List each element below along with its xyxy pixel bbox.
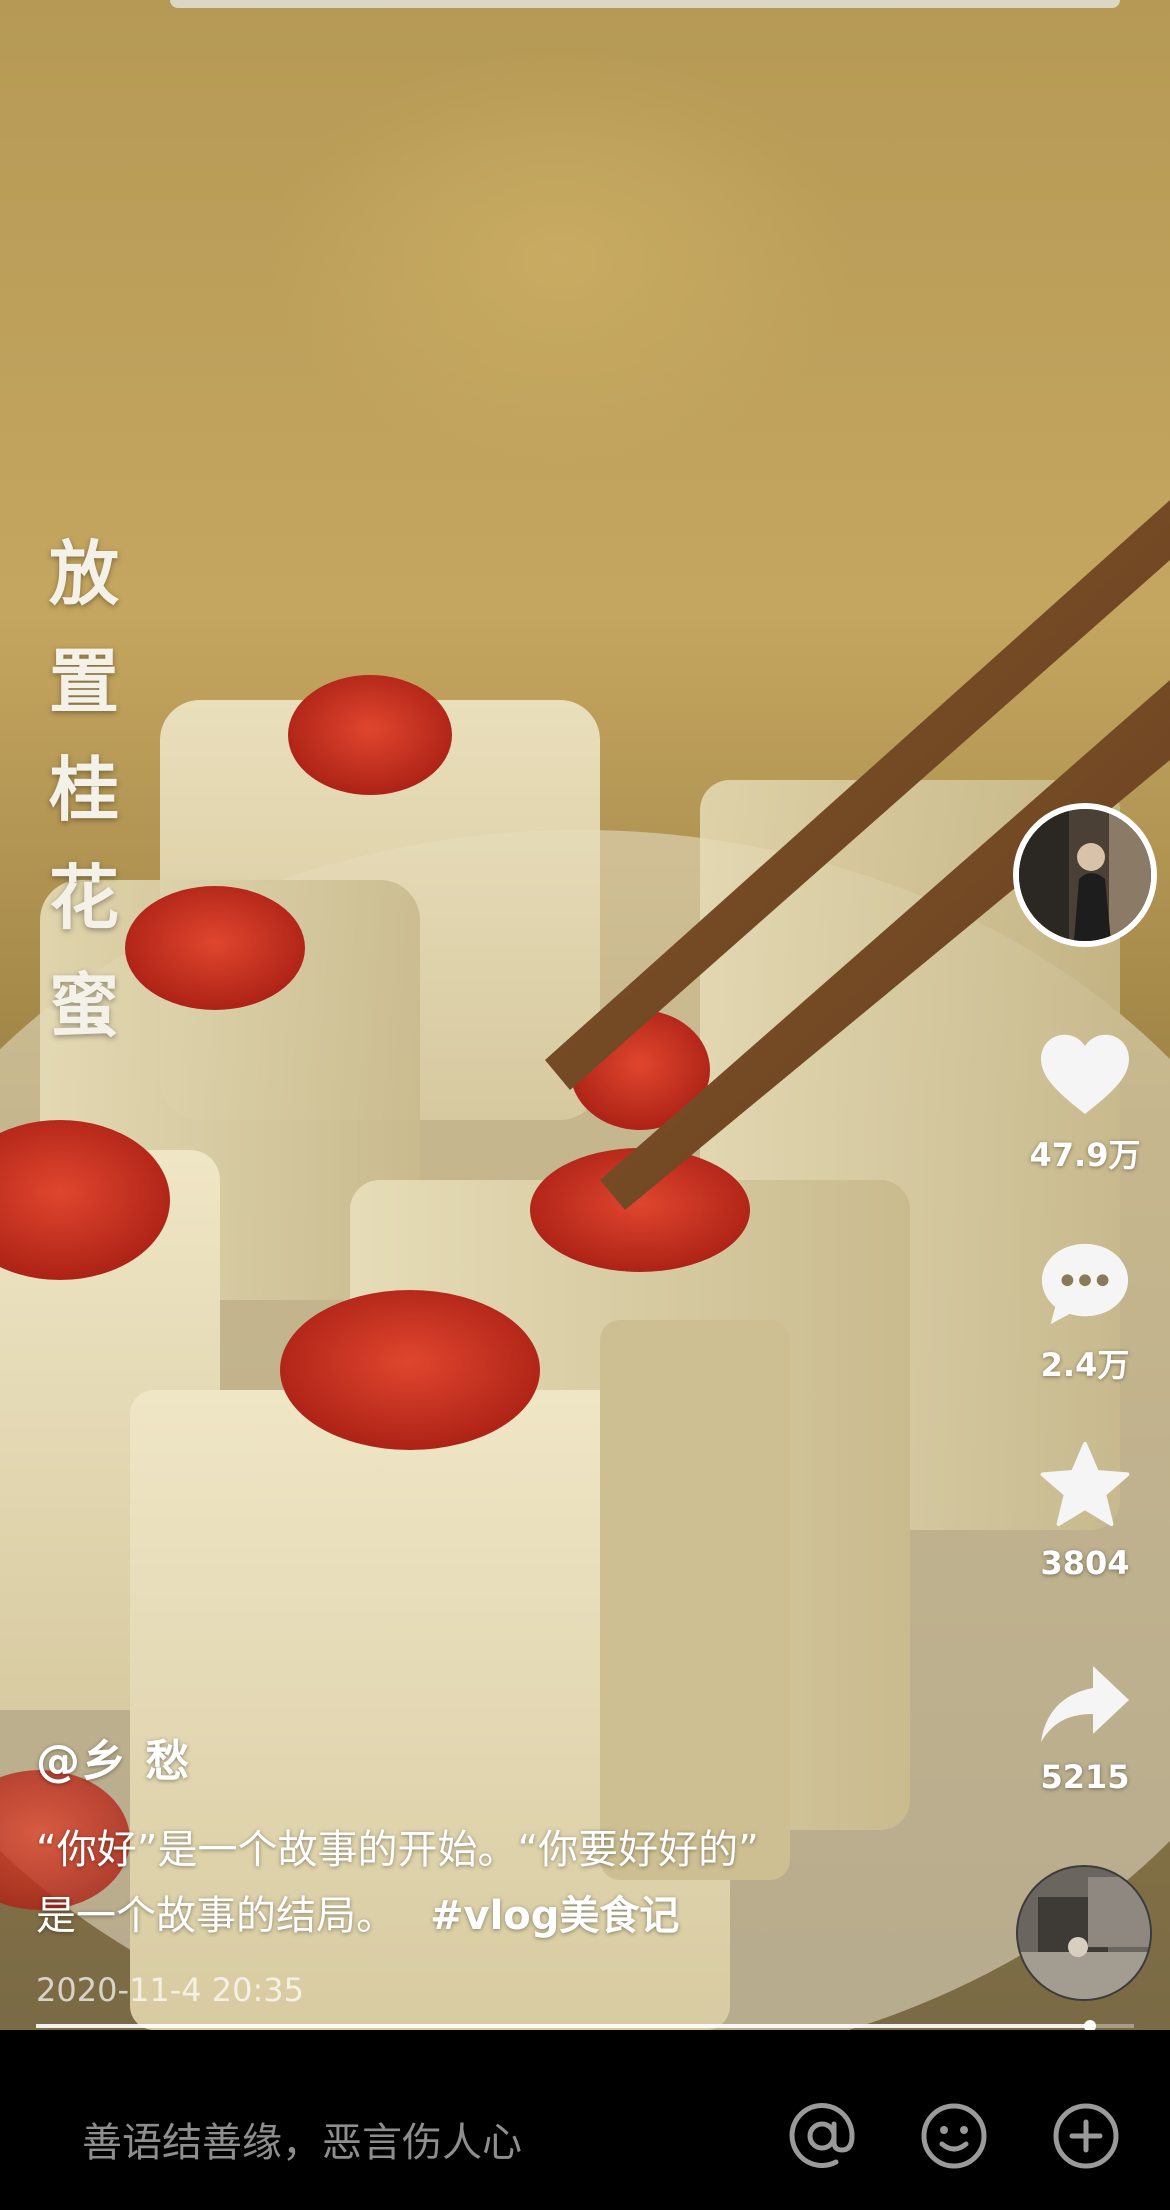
playback-progress[interactable] (36, 2020, 1134, 2032)
hashtag-link[interactable]: #vlog美食记 (430, 1893, 679, 1939)
heart-icon (1041, 1034, 1129, 1114)
caption-char: 桂 (49, 748, 119, 831)
comment-button[interactable]: 2.4万 (1010, 1238, 1160, 1386)
author-avatar[interactable] (1013, 803, 1157, 947)
music-disc[interactable] (1016, 1865, 1152, 2001)
like-button[interactable]: 47.9万 (1010, 1030, 1160, 1176)
caption-char: 置 (49, 640, 119, 723)
avatar-image (1019, 809, 1151, 941)
at-icon[interactable] (786, 2100, 858, 2172)
description-text: 是一个故事的结局。 (36, 1893, 396, 1939)
comment-icon (1041, 1243, 1129, 1325)
description-line: “你好”是一个故事的开始。“你要好好的” (36, 1827, 759, 1873)
caption-char: 放 (49, 532, 119, 615)
status-notch (170, 0, 1120, 8)
music-cover-image (1018, 1867, 1150, 1999)
description-line-2: 是一个故事的结局。 #vlog美食记 (36, 1883, 996, 1949)
progress-fill (36, 2024, 1091, 2028)
like-count: 47.9万 (1029, 1136, 1141, 1174)
caption-char: 蜜 (49, 964, 119, 1047)
post-description: “你好”是一个故事的开始。“你要好好的” 是一个故事的结局。 #vlog美食记 (36, 1817, 996, 1949)
post-date: 2020-11-4 20:35 (36, 1971, 304, 2009)
comment-input[interactable]: 善语结善缘，恶言伤人心 (82, 2110, 522, 2168)
post-info: @乡 愁 “你好”是一个故事的开始。“你要好好的” 是一个故事的结局。 #vlog… (36, 1725, 996, 2009)
emoji-icon[interactable] (918, 2100, 990, 2172)
favorite-count: 3804 (1040, 1544, 1130, 1582)
share-icon (1041, 1666, 1129, 1742)
share-button[interactable]: 5215 (1010, 1662, 1160, 1796)
author-name[interactable]: @乡 愁 (36, 1725, 996, 1789)
caption-char: 花 (49, 856, 119, 939)
star-icon (1040, 1442, 1130, 1526)
comment-count: 2.4万 (1040, 1346, 1130, 1384)
favorite-button[interactable]: 3804 (1010, 1440, 1160, 1582)
share-count: 5215 (1040, 1758, 1130, 1796)
video-caption: 放 置 桂 花 蜜 (34, 520, 134, 1060)
plus-icon[interactable] (1050, 2100, 1122, 2172)
